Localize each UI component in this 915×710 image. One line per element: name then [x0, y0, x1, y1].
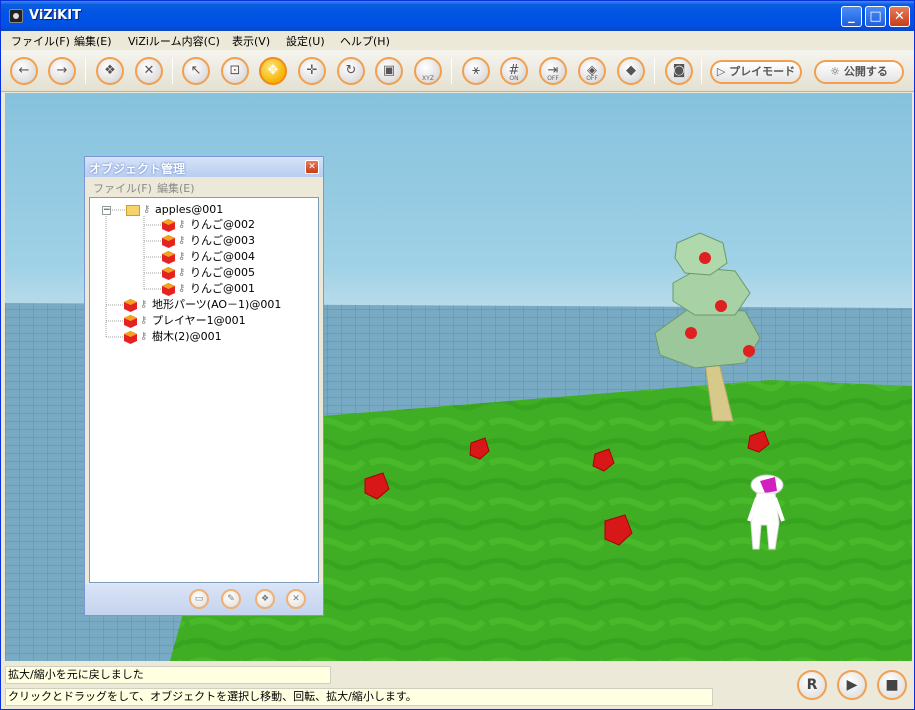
object-manager-footer: ▭ ✎ ❖ ✕ — [85, 584, 323, 615]
cube-icon — [162, 282, 175, 296]
folder-icon — [126, 204, 140, 216]
select-icon[interactable]: ↖ — [182, 57, 210, 85]
move-target-icon[interactable]: ✥ — [259, 57, 287, 85]
cube-icon — [162, 218, 175, 232]
new-folder-icon[interactable]: ▭ — [189, 589, 209, 609]
status-message: 拡大/縮小を元に戻しました — [5, 666, 331, 684]
back-icon[interactable]: ← — [10, 57, 38, 85]
key-icon: ⚷ — [178, 235, 186, 246]
grid-on-label: ON — [509, 75, 519, 82]
toolbar-separator — [701, 58, 702, 84]
key-icon: ⚷ — [140, 331, 148, 342]
snap-off-icon[interactable]: ⇥ OFF — [539, 57, 567, 85]
tree-item-label: プレイヤー1@001 — [152, 314, 246, 327]
menu-bar: ファイル(F) 編集(E) ViZiルーム内容(C) 表示(V) 設定(U) ヘ… — [1, 31, 914, 49]
cube-icon — [124, 314, 137, 328]
tree-item-apple-003[interactable]: ⚷ りんご@003 — [162, 233, 255, 249]
minimize-button[interactable]: _ — [841, 6, 862, 27]
delete-icon[interactable]: ✕ — [135, 57, 163, 85]
box-off-label: OFF — [586, 75, 598, 82]
object-manager-menu: ファイル(F) 編集(E) — [85, 178, 323, 196]
key-icon: ⚷ — [178, 267, 186, 278]
xyz-label: XYZ — [422, 75, 434, 82]
remove-icon[interactable]: ✕ — [286, 589, 306, 609]
grid-on-icon[interactable]: # ON — [500, 57, 528, 85]
close-button[interactable]: ✕ — [889, 6, 910, 27]
key-icon: ⚷ — [143, 204, 151, 215]
play-button[interactable]: ▶ — [837, 670, 867, 700]
hierarchy-icon[interactable]: ⊡ — [221, 57, 249, 85]
tree-item-tree[interactable]: ⚷ 樹木(2)@001 — [124, 329, 222, 345]
object-manager-title: オブジェクト管理 — [89, 162, 186, 176]
key-icon: ⚷ — [178, 283, 186, 294]
publish-button[interactable]: ☼ 公開する — [814, 60, 904, 84]
object-manager-close-button[interactable]: ✕ — [305, 160, 319, 174]
object-manager-title-bar[interactable]: オブジェクト管理 ✕ — [85, 157, 323, 177]
toolbar-separator — [451, 58, 452, 84]
menu-file[interactable]: ファイル(F) — [11, 33, 70, 49]
tree-item-label: りんご@002 — [190, 218, 255, 231]
cube-icon — [124, 330, 137, 344]
tree-item-apple-004[interactable]: ⚷ りんご@004 — [162, 249, 255, 265]
tree-item-terrain[interactable]: ⚷ 地形パーツ(AO－1)@001 — [124, 297, 281, 313]
toolbar-separator — [85, 58, 86, 84]
tree-item-label: apples@001 — [155, 203, 224, 216]
toolbar: ← → ❖ ✕ ↖ ⊡ ✥ ✛ ↻ ▣ XYZ ⚹ # ON ⇥ OFF ◈ OFF … — [1, 50, 914, 92]
object-manager-panel: オブジェクト管理 ✕ ファイル(F) 編集(E) − ⚷ apples@001 … — [84, 156, 324, 616]
cube-icon — [162, 234, 175, 248]
menu-help[interactable]: ヘルプ(H) — [340, 33, 390, 49]
object-menu-file[interactable]: ファイル(F) — [93, 180, 152, 196]
tree-item-player[interactable]: ⚷ プレイヤー1@001 — [124, 313, 246, 329]
tree-item-label: りんご@004 — [190, 250, 255, 263]
menu-edit[interactable]: 編集(E) — [74, 33, 112, 49]
status-hint: クリックとドラッグをして、オブジェクトを選択し移動、回転、拡大/縮小します。 — [5, 688, 713, 706]
maximize-button[interactable]: □ — [865, 6, 886, 27]
tree-item-apple-002[interactable]: ⚷ りんご@002 — [162, 217, 255, 233]
object-menu-edit[interactable]: 編集(E) — [157, 180, 195, 196]
tree-collapse-toggle[interactable]: − — [102, 206, 111, 215]
box-off-icon[interactable]: ◈ OFF — [578, 57, 606, 85]
snap-off-label: OFF — [547, 75, 559, 82]
key-icon: ⚷ — [140, 299, 148, 310]
cube-icon — [162, 266, 175, 280]
toolbar-separator — [654, 58, 655, 84]
play-mode-button[interactable]: ▷ プレイモード — [710, 60, 802, 84]
tree-item-label: りんご@005 — [190, 266, 255, 279]
app-window: ViZiKIT _ □ ✕ ファイル(F) 編集(E) ViZiルーム内容(C)… — [0, 0, 915, 710]
cube-icon — [162, 250, 175, 264]
rotate-icon[interactable]: ↻ — [337, 57, 365, 85]
forward-icon[interactable]: → — [48, 57, 76, 85]
menu-settings[interactable]: 設定(U) — [286, 33, 325, 49]
tree-item-label: りんご@001 — [190, 282, 255, 295]
scale-icon[interactable]: ▣ — [375, 57, 403, 85]
window-title: ViZiKIT — [29, 8, 81, 23]
stop-button[interactable]: ■ — [877, 670, 907, 700]
objects-icon[interactable]: ❖ — [96, 57, 124, 85]
key-icon: ⚷ — [140, 315, 148, 326]
tree-item-label: りんご@003 — [190, 234, 255, 247]
axes-icon[interactable]: ⚹ — [462, 57, 490, 85]
tree-item-apple-005[interactable]: ⚷ りんご@005 — [162, 265, 255, 281]
tree-item-label: 地形パーツ(AO－1)@001 — [152, 298, 282, 311]
tree-item-label: 樹木(2)@001 — [152, 330, 222, 343]
rename-icon[interactable]: ✎ — [221, 589, 241, 609]
key-icon: ⚷ — [178, 219, 186, 230]
menu-room-content[interactable]: ViZiルーム内容(C) — [128, 33, 220, 49]
title-bar[interactable]: ViZiKIT _ □ ✕ — [1, 1, 914, 31]
menu-view[interactable]: 表示(V) — [232, 33, 270, 49]
screenshot-icon[interactable]: ◙ — [665, 57, 693, 85]
camera-view-icon[interactable]: ◆ — [617, 57, 645, 85]
app-icon — [9, 9, 23, 23]
toolbar-separator — [172, 58, 173, 84]
xyz-icon[interactable]: XYZ — [414, 57, 442, 85]
tree-item-apple-001[interactable]: ⚷ りんご@001 — [162, 281, 255, 297]
key-icon: ⚷ — [178, 251, 186, 262]
reset-button[interactable]: R — [797, 670, 827, 700]
move-icon[interactable]: ✛ — [298, 57, 326, 85]
object-tree[interactable]: − ⚷ apples@001 ⚷ りんご@002 ⚷ りんご@003 ⚷ りんご@004… — [89, 197, 319, 583]
tree-item-apples[interactable]: ⚷ apples@001 — [126, 202, 223, 218]
add-object-icon[interactable]: ❖ — [255, 589, 275, 609]
cube-icon — [124, 298, 137, 312]
